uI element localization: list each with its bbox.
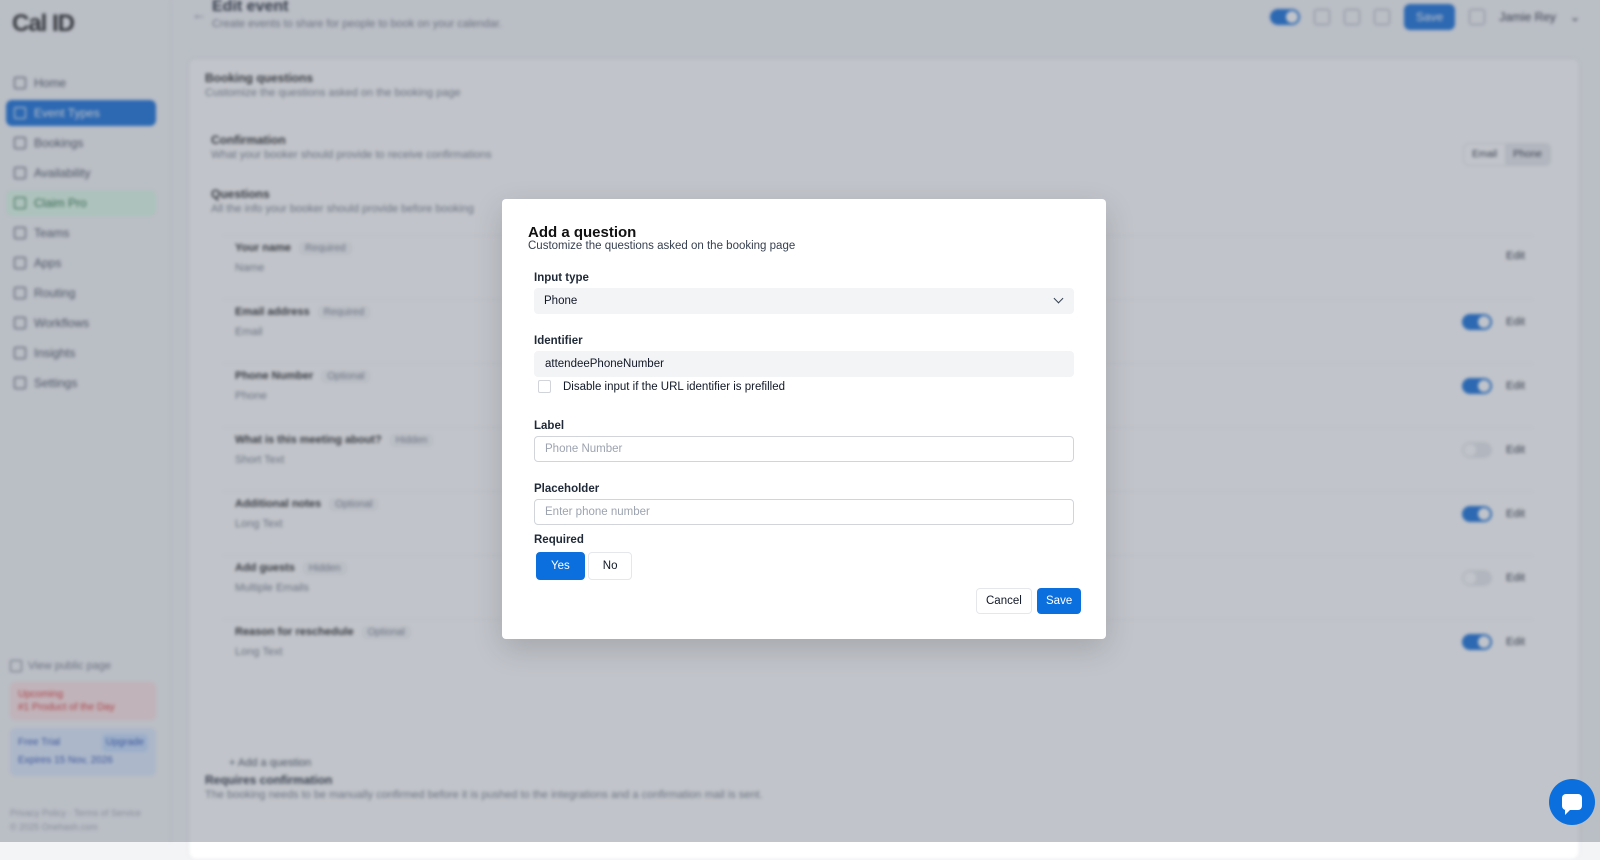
identifier-label: Identifier: [534, 335, 583, 347]
chat-launcher-button[interactable]: [1549, 779, 1595, 825]
placeholder-field-label: Placeholder: [534, 483, 600, 495]
disable-input-checkbox-row[interactable]: Disable input if the URL identifier is p…: [538, 380, 785, 393]
label-field-label: Label: [534, 420, 565, 432]
add-question-dialog: Add a question Customize the questions a…: [502, 199, 1106, 639]
required-no-button[interactable]: No: [587, 552, 633, 580]
input-type-value: Phone: [544, 295, 578, 307]
input-type-select[interactable]: Phone: [534, 288, 1074, 314]
placeholder-input[interactable]: [534, 499, 1074, 525]
cancel-button[interactable]: Cancel: [976, 588, 1032, 614]
identifier-input[interactable]: [534, 351, 1074, 377]
required-label: Required: [534, 534, 584, 546]
chevron-down-icon: [1053, 293, 1064, 304]
disable-input-checkbox[interactable]: [538, 380, 551, 393]
required-yes-button[interactable]: Yes: [536, 552, 585, 580]
required-toggle-group: Yes No: [536, 552, 633, 580]
disable-input-checkbox-label: Disable input if the URL identifier is p…: [563, 380, 786, 393]
input-type-label: Input type: [534, 272, 589, 284]
chat-bubble-icon: [1562, 794, 1582, 815]
label-input[interactable]: [534, 436, 1074, 462]
dialog-title: Add a question: [528, 224, 637, 241]
save-button[interactable]: Save: [1037, 588, 1082, 614]
dialog-subtitle: Customize the questions asked on the boo…: [528, 240, 796, 252]
